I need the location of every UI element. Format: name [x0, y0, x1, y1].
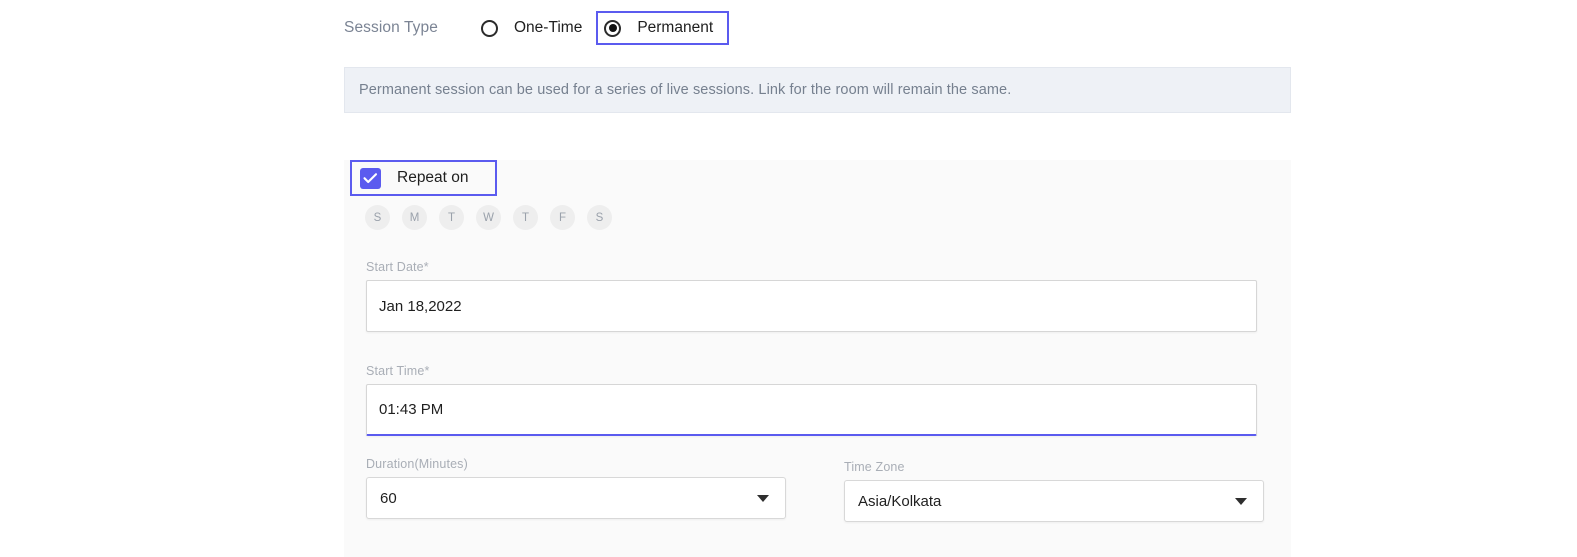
- chevron-down-icon: [757, 494, 769, 502]
- time-zone-value: Asia/Kolkata: [858, 492, 942, 510]
- info-banner-text: Permanent session can be used for a seri…: [359, 82, 1012, 98]
- duration-label: Duration(Minutes): [366, 457, 468, 471]
- duration-select[interactable]: 60: [366, 477, 786, 519]
- radio-option-one-time[interactable]: One-Time: [480, 11, 596, 45]
- start-time-field: Start Time* 01:43 PM: [366, 364, 1257, 436]
- info-banner: Permanent session can be used for a seri…: [344, 67, 1291, 113]
- time-zone-select[interactable]: Asia/Kolkata: [844, 480, 1264, 522]
- radio-label-permanent: Permanent: [637, 19, 714, 36]
- day-toggle-monday[interactable]: M: [402, 205, 427, 230]
- recurrence-panel: Repeat on S M T W T F S Start Date* Jan …: [344, 160, 1291, 557]
- day-toggle-thursday[interactable]: T: [513, 205, 538, 230]
- radio-label-one-time: One-Time: [513, 19, 583, 36]
- day-toggle-wednesday[interactable]: W: [476, 205, 501, 230]
- session-type-row: Session Type One-Time Permanent: [344, 10, 730, 46]
- time-zone-field: Time Zone Asia/Kolkata: [844, 460, 1264, 522]
- radio-option-permanent[interactable]: Permanent: [596, 11, 730, 45]
- chevron-down-icon: [1235, 497, 1247, 505]
- start-time-input[interactable]: 01:43 PM: [366, 384, 1257, 436]
- session-type-label: Session Type: [344, 19, 438, 36]
- duration-value: 60: [380, 489, 397, 507]
- day-toggle-tuesday[interactable]: T: [439, 205, 464, 230]
- radio-checked-icon: [604, 19, 622, 37]
- start-time-label: Start Time*: [366, 364, 430, 378]
- day-toggle-friday[interactable]: F: [550, 205, 575, 230]
- duration-field: Duration(Minutes) 60: [366, 457, 786, 519]
- start-date-field: Start Date* Jan 18,2022: [366, 260, 1257, 332]
- day-toggle-saturday[interactable]: S: [587, 205, 612, 230]
- start-date-input[interactable]: Jan 18,2022: [366, 280, 1257, 332]
- repeat-days-row: S M T W T F S: [365, 205, 612, 230]
- time-zone-label: Time Zone: [844, 460, 905, 474]
- day-toggle-sunday[interactable]: S: [365, 205, 390, 230]
- start-time-value: 01:43 PM: [379, 401, 444, 418]
- checkbox-checked-icon: [360, 167, 381, 189]
- session-settings-page: Session Type One-Time Permanent Permanen…: [0, 0, 1577, 557]
- start-date-label: Start Date*: [366, 260, 429, 274]
- repeat-on-checkbox[interactable]: Repeat on: [350, 160, 497, 196]
- radio-unchecked-icon: [480, 19, 498, 37]
- start-date-value: Jan 18,2022: [379, 297, 462, 315]
- repeat-on-label: Repeat on: [397, 169, 469, 186]
